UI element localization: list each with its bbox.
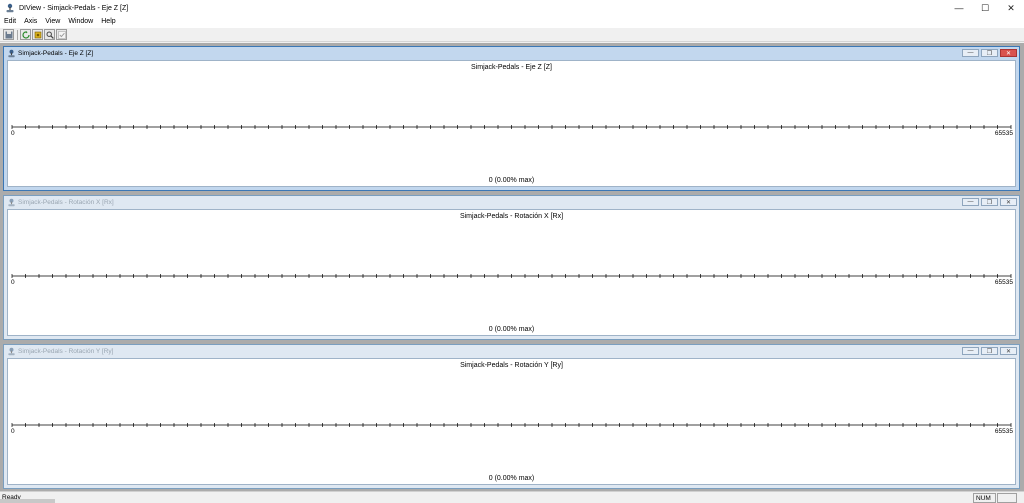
check-button[interactable] [56, 29, 67, 40]
toolbar-separator [17, 29, 18, 40]
search-icon [46, 31, 54, 39]
refresh-icon [21, 30, 30, 39]
close-button[interactable]: ✕ [998, 0, 1024, 16]
axis-value-readout: 0 (0.00% max) [488, 475, 535, 482]
child-close-button[interactable]: ✕ [1000, 347, 1017, 355]
axis-window-ry[interactable]: Simjack-Pedals - Rotación Y [Ry] — ❐ ✕ S… [3, 344, 1020, 489]
child-minimize-button[interactable]: — [962, 347, 979, 355]
mdi-area: Simjack-Pedals - Eje Z [Z] — ❐ ✕ Simjack… [0, 43, 1024, 491]
child-restore-button[interactable]: ❐ [981, 347, 998, 355]
child-titlebar[interactable]: Simjack-Pedals - Rotación Y [Ry] [4, 345, 1019, 357]
axis-value-readout: 0 (0.00% max) [488, 177, 535, 184]
joystick-icon [7, 347, 16, 356]
check-icon [57, 30, 66, 39]
axis-plot-area: Simjack-Pedals - Rotación Y [Ry] 0 65535… [7, 358, 1016, 485]
status-panel-empty [997, 493, 1017, 503]
menu-view[interactable]: View [41, 16, 64, 28]
joystick-icon [7, 198, 16, 207]
horizontal-scrollbar[interactable] [0, 499, 55, 503]
child-close-button[interactable]: ✕ [1000, 198, 1017, 206]
axis-track [11, 423, 1012, 427]
axis-window-z[interactable]: Simjack-Pedals - Eje Z [Z] — ❐ ✕ Simjack… [3, 46, 1020, 191]
minimize-button[interactable]: — [946, 0, 972, 16]
child-title-text: Simjack-Pedals - Rotación Y [Ry] [18, 347, 114, 355]
axis-max-label: 65535 [994, 279, 1013, 286]
child-close-button[interactable]: ✕ [1000, 49, 1017, 57]
status-bar: Ready NUM [0, 491, 1024, 503]
refresh-button[interactable] [20, 29, 31, 40]
save-icon [5, 31, 12, 38]
axis-plot-area: Simjack-Pedals - Rotación X [Rx] 0 65535… [7, 209, 1016, 336]
axis-window-rx[interactable]: Simjack-Pedals - Rotación X [Rx] — ❐ ✕ S… [3, 195, 1020, 340]
search-button[interactable] [44, 29, 55, 40]
axis-max-label: 65535 [994, 130, 1013, 137]
child-minimize-button[interactable]: — [962, 49, 979, 57]
child-title-text: Simjack-Pedals - Rotación X [Rx] [18, 198, 114, 206]
child-titlebar[interactable]: Simjack-Pedals - Eje Z [Z] [4, 47, 1019, 59]
axis-min-label: 0 [11, 279, 15, 286]
axis-value-readout: 0 (0.00% max) [488, 326, 535, 333]
joystick-icon [7, 49, 16, 58]
device-icon [34, 31, 41, 38]
axis-min-label: 0 [11, 130, 15, 137]
save-button[interactable] [3, 29, 14, 40]
menu-edit[interactable]: Edit [0, 16, 20, 28]
toolbar [0, 28, 1024, 42]
menu-axis[interactable]: Axis [20, 16, 41, 28]
window-titlebar[interactable]: DIView - Simjack-Pedals - Eje Z [Z] — ☐ … [0, 0, 1024, 17]
axis-plot-area: Simjack-Pedals - Eje Z [Z] 0 65535 0 (0.… [7, 60, 1016, 187]
menu-window[interactable]: Window [64, 16, 97, 28]
child-title-text: Simjack-Pedals - Eje Z [Z] [18, 49, 94, 57]
child-restore-button[interactable]: ❐ [981, 49, 998, 57]
child-restore-button[interactable]: ❐ [981, 198, 998, 206]
maximize-button[interactable]: ☐ [972, 0, 998, 16]
child-titlebar[interactable]: Simjack-Pedals - Rotación X [Rx] [4, 196, 1019, 208]
child-minimize-button[interactable]: — [962, 198, 979, 206]
menu-help[interactable]: Help [97, 16, 119, 28]
axis-track [11, 125, 1012, 129]
axis-track [11, 274, 1012, 278]
window-title: DIView - Simjack-Pedals - Eje Z [Z] [19, 4, 129, 12]
axis-max-label: 65535 [994, 428, 1013, 435]
num-lock-indicator: NUM [973, 493, 996, 503]
joystick-icon [5, 3, 15, 13]
device-button[interactable] [32, 29, 43, 40]
menu-bar: Edit Axis View Window Help [0, 16, 1024, 28]
axis-min-label: 0 [11, 428, 15, 435]
